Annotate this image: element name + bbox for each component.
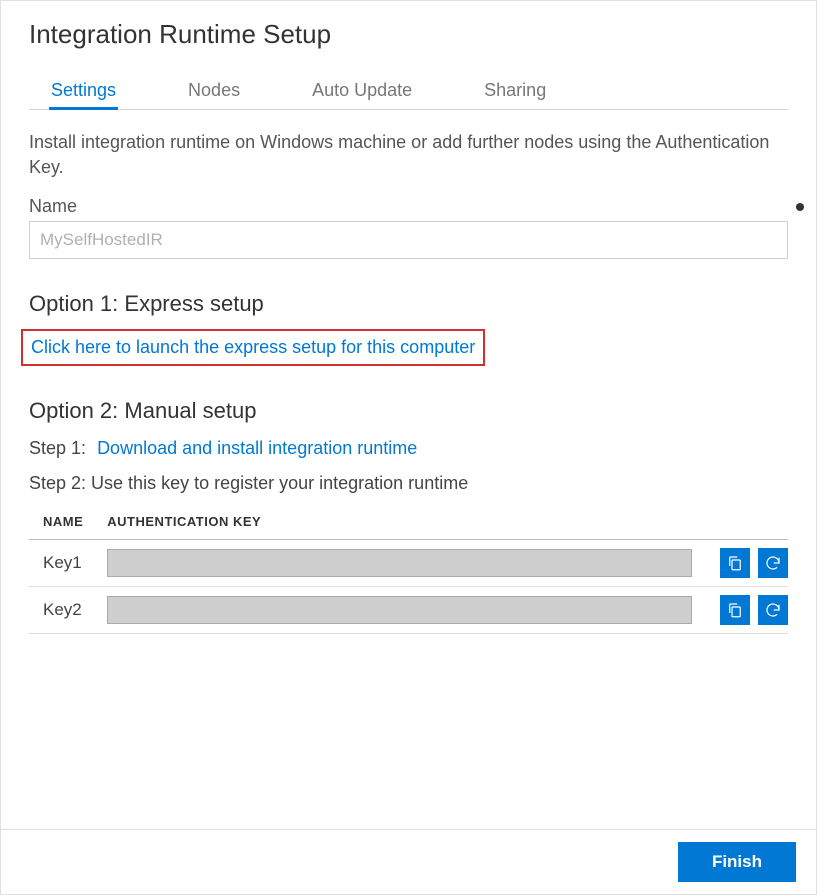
col-header-name: NAME (29, 504, 95, 540)
option2-heading: Option 2: Manual setup (29, 398, 788, 424)
finish-button[interactable]: Finish (678, 842, 796, 882)
tab-auto-update[interactable]: Auto Update (312, 72, 412, 109)
name-input[interactable] (29, 221, 788, 259)
instruction-text: Install integration runtime on Windows m… (29, 130, 788, 180)
key1-value[interactable] (107, 549, 692, 577)
auth-key-table: NAME AUTHENTICATION KEY Key1 (29, 504, 788, 634)
footer: Finish (1, 829, 816, 894)
table-row: Key1 (29, 540, 788, 587)
info-icon[interactable] (796, 203, 804, 211)
express-setup-highlight: Click here to launch the express setup f… (21, 329, 485, 366)
page-title: Integration Runtime Setup (29, 19, 788, 50)
tab-bar: Settings Nodes Auto Update Sharing (29, 72, 788, 110)
refresh-icon (764, 601, 782, 619)
copy-icon (726, 554, 744, 572)
key-name-cell: Key2 (29, 587, 95, 634)
col-header-auth: AUTHENTICATION KEY (95, 504, 704, 540)
key-name-cell: Key1 (29, 540, 95, 587)
name-label: Name (29, 196, 77, 217)
table-row: Key2 (29, 587, 788, 634)
download-install-link[interactable]: Download and install integration runtime (97, 438, 417, 458)
key2-value[interactable] (107, 596, 692, 624)
copy-icon (726, 601, 744, 619)
tab-sharing[interactable]: Sharing (484, 72, 546, 109)
step2-text: Step 2: Use this key to register your in… (29, 473, 788, 494)
tab-settings[interactable]: Settings (51, 72, 116, 109)
refresh-key2-button[interactable] (758, 595, 788, 625)
step1-prefix: Step 1: (29, 438, 86, 458)
copy-key1-button[interactable] (720, 548, 750, 578)
tab-nodes[interactable]: Nodes (188, 72, 240, 109)
refresh-key1-button[interactable] (758, 548, 788, 578)
refresh-icon (764, 554, 782, 572)
copy-key2-button[interactable] (720, 595, 750, 625)
option1-heading: Option 1: Express setup (29, 291, 788, 317)
express-setup-link[interactable]: Click here to launch the express setup f… (31, 337, 475, 357)
